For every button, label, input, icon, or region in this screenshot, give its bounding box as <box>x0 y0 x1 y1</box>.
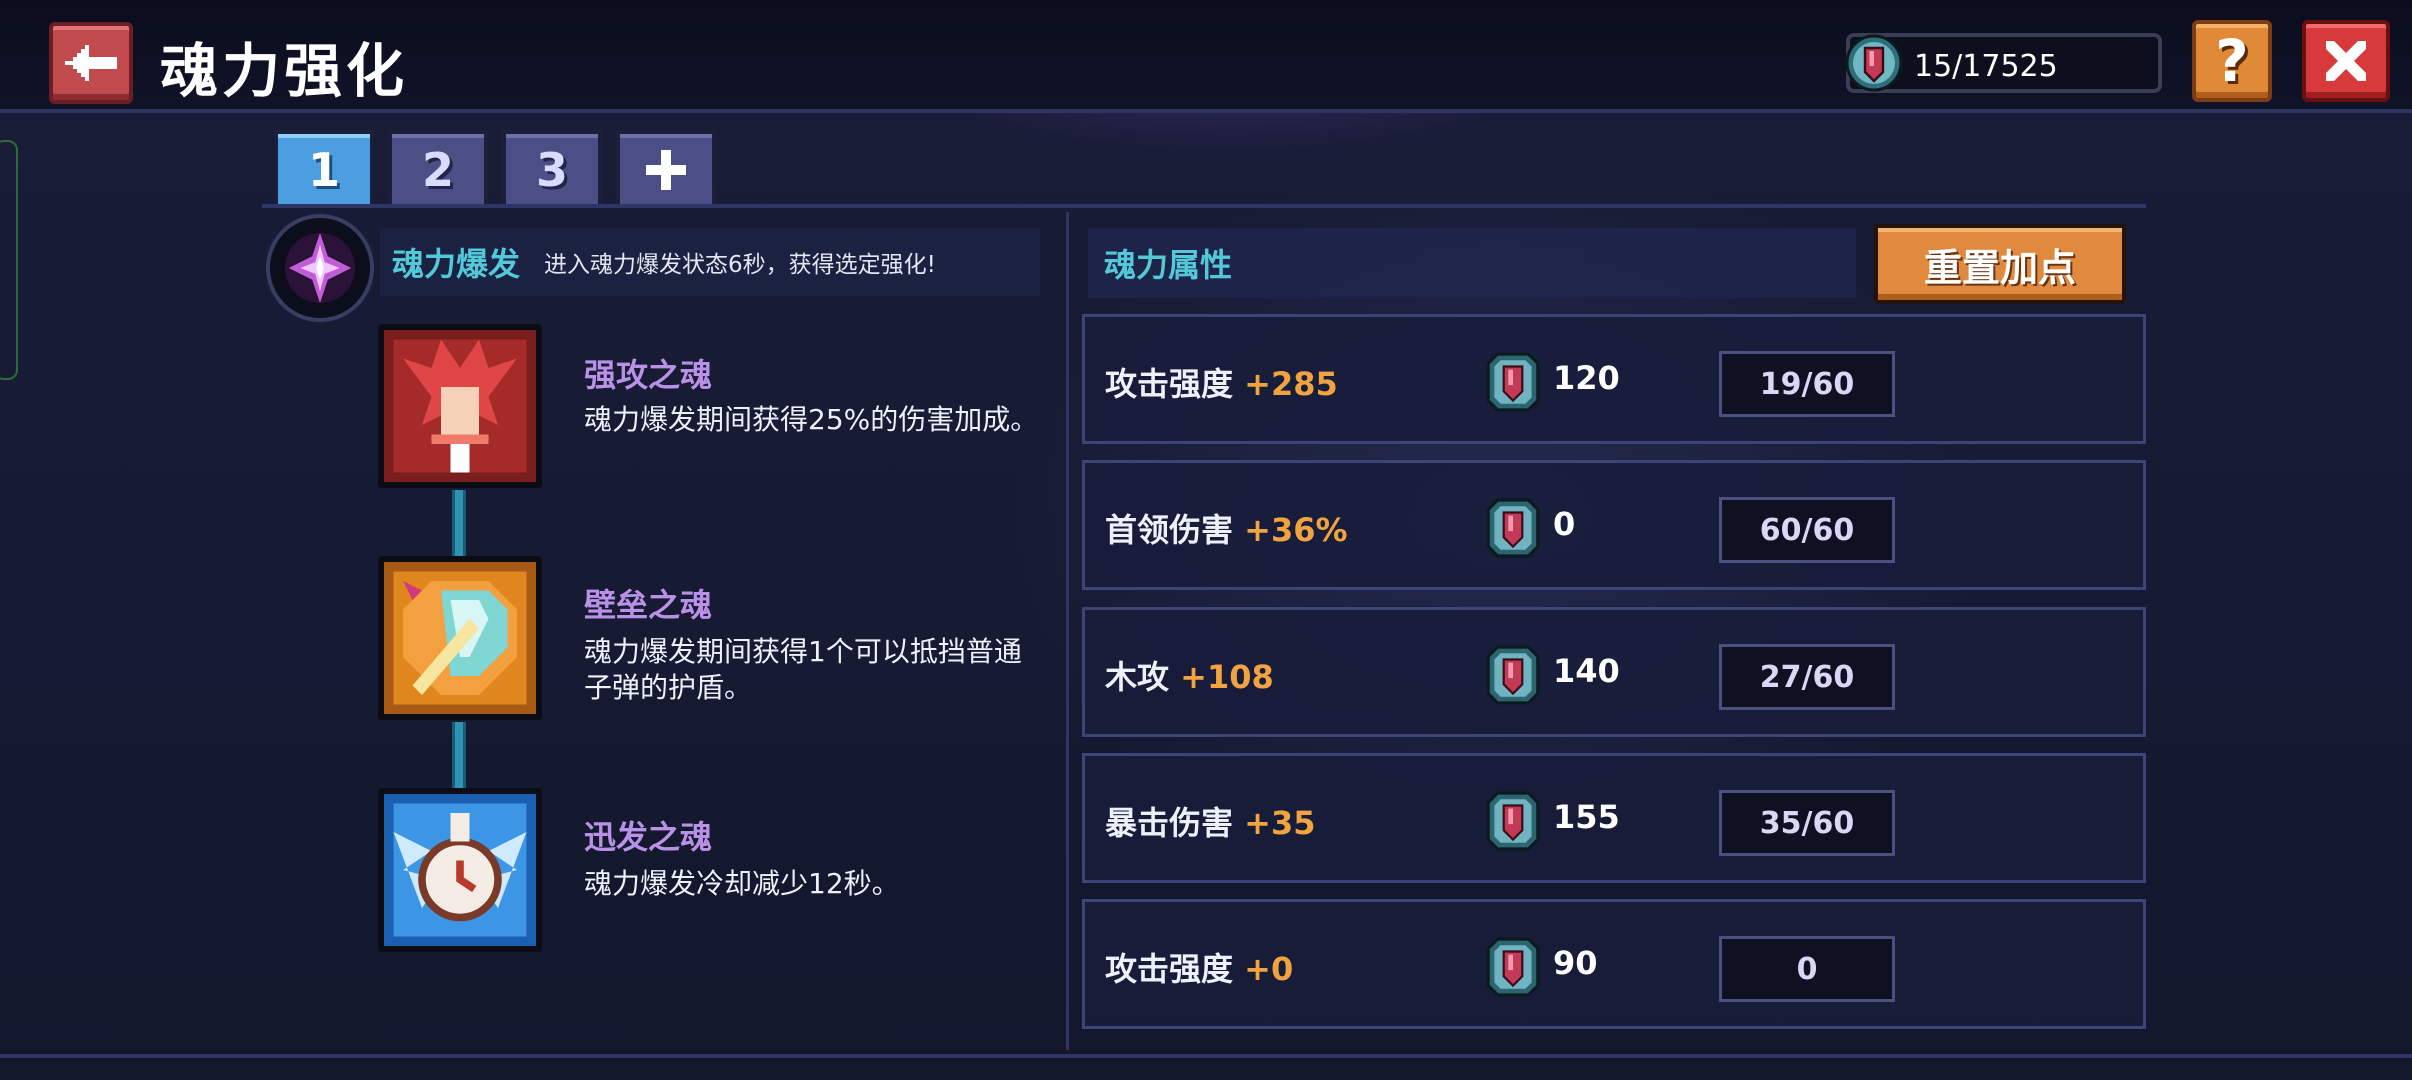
attribute-cost: 155 <box>1553 798 1620 836</box>
attribute-cost: 0 <box>1553 505 1576 543</box>
attribute-name: 木攻 +108 <box>1105 652 1274 698</box>
soul-gem-icon <box>1486 791 1540 851</box>
skill-icon-rapid[interactable] <box>378 788 542 952</box>
attribute-row[interactable]: 攻击强度 +0 90 0 <box>1082 899 2146 1029</box>
skill-name: 壁垒之魂 <box>584 586 713 624</box>
side-panel-edge <box>0 140 18 380</box>
attribute-cost: 120 <box>1553 359 1620 397</box>
attribute-name: 暴击伤害 +35 <box>1105 798 1316 844</box>
currency-value: 15/17525 <box>1914 49 2058 84</box>
soul-gem-icon <box>1845 34 1903 92</box>
attribute-level[interactable]: 0 <box>1719 936 1895 1002</box>
soul-burst-title: 魂力爆发 <box>392 245 521 283</box>
soul-gem-icon <box>1486 937 1540 997</box>
help-button[interactable]: ? <box>2192 20 2272 102</box>
attribute-level[interactable]: 19/60 <box>1719 351 1895 417</box>
attribute-name: 攻击强度 +0 <box>1105 944 1293 990</box>
attribute-bonus: +108 <box>1180 658 1274 696</box>
attribute-cost: 90 <box>1553 944 1598 982</box>
skill-name: 强攻之魂 <box>584 356 713 394</box>
attributes-header: 魂力属性 <box>1088 228 1856 298</box>
bottom-divider <box>0 1054 2412 1058</box>
top-bar: 魂力强化 15/17525 ? <box>0 0 2412 113</box>
attribute-row[interactable]: 首领伤害 +36% 0 60/60 <box>1082 460 2146 590</box>
tab-3[interactable]: 3 <box>502 130 602 206</box>
panel-divider <box>1066 212 1069 1050</box>
soul-gem-icon <box>1486 352 1540 412</box>
attribute-level[interactable]: 60/60 <box>1719 497 1895 563</box>
attribute-label: 首领伤害 <box>1105 511 1234 549</box>
shield-soul-icon <box>384 562 536 714</box>
close-icon <box>2326 41 2366 81</box>
skill-connector <box>452 490 466 558</box>
attribute-bonus: +285 <box>1244 365 1338 403</box>
skill-description: 魂力爆发期间获得1个可以抵挡普通子弹的护盾。 <box>584 635 1022 704</box>
attribute-bonus: +0 <box>1244 950 1294 988</box>
skill-description: 魂力爆发冷却减少12秒。 <box>584 867 900 900</box>
page-title: 魂力强化 <box>160 37 409 105</box>
attributes-title: 魂力属性 <box>1104 246 1233 284</box>
attribute-row[interactable]: 暴击伤害 +35 155 35/60 <box>1082 753 2146 883</box>
attribute-label: 攻击强度 <box>1105 365 1234 403</box>
attribute-name: 首领伤害 +36% <box>1105 505 1348 551</box>
plus-icon <box>646 150 686 190</box>
back-button[interactable] <box>49 22 133 104</box>
attribute-label: 暴击伤害 <box>1105 804 1234 842</box>
rapid-soul-icon <box>384 794 536 946</box>
attribute-level[interactable]: 27/60 <box>1719 644 1895 710</box>
attribute-label: 木攻 <box>1105 658 1170 696</box>
soul-gem-icon <box>1486 498 1540 558</box>
skill-connector <box>452 722 466 790</box>
arrow-left-icon <box>65 45 117 81</box>
attribute-row[interactable]: 攻击强度 +285 120 19/60 <box>1082 314 2146 444</box>
reset-points-button[interactable]: 重置加点 <box>1874 224 2126 304</box>
attack-soul-icon <box>384 330 536 482</box>
tab-2[interactable]: 2 <box>388 130 488 206</box>
soul-burst-icon <box>266 214 374 322</box>
soul-burst-header: 魂力爆发 进入魂力爆发状态6秒，获得选定强化! <box>380 228 1040 296</box>
skill-name: 迅发之魂 <box>584 818 713 856</box>
soul-burst-description: 进入魂力爆发状态6秒，获得选定强化! <box>544 252 936 278</box>
attribute-bonus: +35 <box>1244 804 1316 842</box>
attribute-cost: 140 <box>1553 652 1620 690</box>
tab-1[interactable]: 1 <box>274 130 374 206</box>
attribute-name: 攻击强度 +285 <box>1105 359 1338 405</box>
attribute-level[interactable]: 35/60 <box>1719 790 1895 856</box>
skill-description: 魂力爆发期间获得25%的伤害加成。 <box>584 403 1039 436</box>
add-tab-button[interactable] <box>616 130 716 206</box>
attribute-label: 攻击强度 <box>1105 950 1234 988</box>
soul-currency-display: 15/17525 <box>1845 33 2162 93</box>
attribute-bonus: +36% <box>1244 511 1348 549</box>
skill-icon-attack[interactable] <box>378 324 542 488</box>
tab-underline <box>262 204 2146 208</box>
attribute-row[interactable]: 木攻 +108 140 27/60 <box>1082 607 2146 737</box>
soul-gem-icon <box>1486 645 1540 705</box>
purple-crystal-icon <box>284 232 356 304</box>
skill-icon-shield[interactable] <box>378 556 542 720</box>
close-button[interactable] <box>2302 20 2390 102</box>
